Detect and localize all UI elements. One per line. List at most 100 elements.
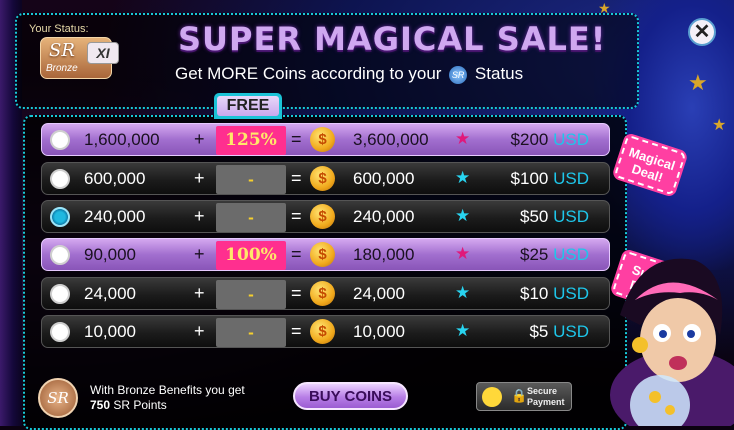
package-radio[interactable] xyxy=(50,207,70,227)
bonus-percent: - xyxy=(216,165,286,194)
price-amount: $10 xyxy=(519,284,549,303)
bonus-percent: 100% xyxy=(216,241,286,270)
plus-sign: + xyxy=(194,206,205,226)
facebook-coin-icon xyxy=(482,387,502,407)
sr-badge-icon: SR xyxy=(38,378,78,418)
deco-star-icon: ★ xyxy=(688,70,708,95)
coin-icon: $ xyxy=(310,242,335,267)
package-price: $10 USD xyxy=(520,284,589,304)
close-icon: ✕ xyxy=(693,21,711,43)
deco-star-icon: ★ xyxy=(712,117,727,134)
package-radio[interactable] xyxy=(50,245,70,265)
price-amount: $100 xyxy=(510,169,549,188)
bonus-percent: - xyxy=(216,203,286,232)
subtitle-text: Get MORE Coins according to your xyxy=(175,64,442,83)
subtitle: Get MORE Coins according to your SR Stat… xyxy=(175,64,523,84)
price-currency: USD xyxy=(553,322,589,341)
base-coins: 10,000 xyxy=(84,322,136,341)
status-label: Your Status: xyxy=(29,23,89,35)
equals-sign: = xyxy=(291,321,302,341)
equals-sign: = xyxy=(291,283,302,303)
package-price: $5 USD xyxy=(529,322,589,342)
base-coins: 24,000 xyxy=(84,284,136,303)
subtitle-status: Status xyxy=(474,64,524,83)
star-icon: ★ xyxy=(455,244,471,263)
base-coins: 1,600,000 xyxy=(84,130,160,149)
plus-sign: + xyxy=(194,321,205,341)
price-currency: USD xyxy=(553,130,589,149)
secure-payment-badge: 🔒 Secure Payment xyxy=(476,382,572,411)
price-currency: USD xyxy=(553,284,589,303)
package-row[interactable]: 10,000 + - = $10,000 ★ $5 USD xyxy=(41,315,610,348)
total-coins: 10,000 xyxy=(353,322,405,341)
package-radio[interactable] xyxy=(50,130,70,150)
coin-icon: $ xyxy=(310,204,335,229)
benefit-suffix: SR Points xyxy=(113,398,167,412)
total-coins: 240,000 xyxy=(353,207,415,226)
coin-icon: $ xyxy=(310,166,335,191)
lock-icon: 🔒 xyxy=(511,388,528,403)
payment-line: Payment xyxy=(527,397,565,407)
sr-logo: SR xyxy=(49,40,75,61)
star-icon: ★ xyxy=(455,129,471,148)
package-row[interactable]: 240,000 + - = $240,000 ★ $50 USD xyxy=(41,200,610,233)
base-coins: 240,000 xyxy=(84,207,146,226)
package-row[interactable]: 90,000 +100% = $180,000 ★ $25 USD xyxy=(41,238,610,271)
equals-sign: = xyxy=(291,206,302,226)
equals-sign: = xyxy=(291,244,302,264)
plus-sign: + xyxy=(194,129,205,149)
benefit-points-line: 750 SR Points xyxy=(90,398,245,413)
page-title: SUPER MAGICAL SALE! xyxy=(178,20,607,58)
plus-sign: + xyxy=(194,168,205,188)
benefit-points: 750 xyxy=(90,398,111,412)
equals-sign: = xyxy=(291,129,302,149)
free-column-header: FREE xyxy=(214,93,282,119)
package-price: $100 USD xyxy=(511,169,589,189)
secure-line: Secure xyxy=(527,386,558,396)
base-coins: 600,000 xyxy=(84,169,146,188)
price-amount: $200 xyxy=(510,130,549,149)
bonus-percent: 125% xyxy=(216,126,286,155)
price-currency: USD xyxy=(553,245,589,264)
benefit-text: With Bronze Benefits you get 750 SR Poin… xyxy=(90,383,245,413)
star-icon: ★ xyxy=(455,168,471,187)
price-currency: USD xyxy=(553,207,589,226)
buy-coins-button[interactable]: BUY COINS xyxy=(293,382,408,410)
star-icon: ★ xyxy=(455,283,471,302)
price-currency: USD xyxy=(553,169,589,188)
package-row[interactable]: 600,000 + - = $600,000 ★ $100 USD xyxy=(41,162,610,195)
plus-sign: + xyxy=(194,283,205,303)
status-tier: Bronze xyxy=(46,63,78,74)
package-price: $200 USD xyxy=(511,130,589,150)
bonus-percent: - xyxy=(216,318,286,347)
free-label: FREE xyxy=(217,96,279,116)
package-price: $25 USD xyxy=(520,245,589,265)
total-coins: 24,000 xyxy=(353,284,405,303)
package-price: $50 USD xyxy=(520,207,589,227)
coin-icon: $ xyxy=(310,127,335,152)
star-icon: ★ xyxy=(455,321,471,340)
benefit-line: With Bronze Benefits you get xyxy=(90,383,245,397)
plus-sign: + xyxy=(194,244,205,264)
fortune-teller-illustration xyxy=(610,258,734,426)
price-amount: $50 xyxy=(519,207,549,226)
package-radio[interactable] xyxy=(50,284,70,304)
coin-icon: $ xyxy=(310,281,335,306)
equals-sign: = xyxy=(291,168,302,188)
status-level: XI xyxy=(87,42,119,64)
coin-icon: $ xyxy=(310,319,335,344)
package-row[interactable]: 24,000 + - = $24,000 ★ $10 USD xyxy=(41,277,610,310)
total-coins: 3,600,000 xyxy=(353,130,429,149)
bonus-percent: - xyxy=(216,280,286,309)
sr-status-icon: SR xyxy=(449,65,468,84)
package-radio[interactable] xyxy=(50,169,70,189)
package-row[interactable]: 1,600,000 +125% = $3,600,000 ★ $200 USD xyxy=(41,123,610,156)
package-radio[interactable] xyxy=(50,322,70,342)
price-amount: $25 xyxy=(519,245,549,264)
base-coins: 90,000 xyxy=(84,245,136,264)
secure-payment-text: Secure Payment xyxy=(527,386,565,408)
total-coins: 180,000 xyxy=(353,245,415,264)
status-badge: SR Bronze XI xyxy=(40,37,119,79)
close-button[interactable]: ✕ xyxy=(688,18,716,46)
total-coins: 600,000 xyxy=(353,169,415,188)
